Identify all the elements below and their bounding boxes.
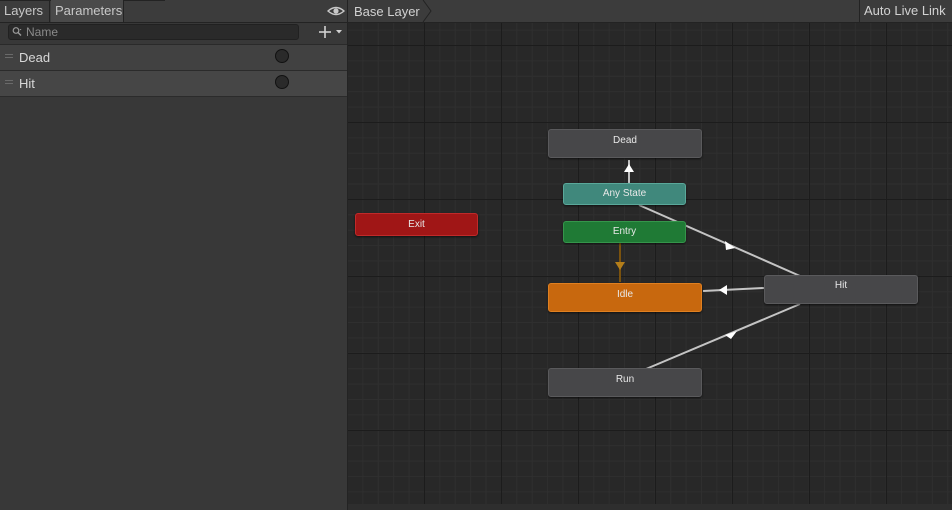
state-node-hit[interactable]: Hit xyxy=(764,275,918,304)
arrow-up-icon xyxy=(624,164,634,172)
state-node-exit[interactable]: Exit xyxy=(355,213,478,236)
drag-handle-icon[interactable] xyxy=(5,54,13,59)
transition-hit-idle[interactable] xyxy=(702,287,765,292)
state-label: Exit xyxy=(408,219,425,230)
state-label: Idle xyxy=(616,289,634,300)
breadcrumb[interactable]: Base Layer xyxy=(348,0,432,22)
horizontal-scrollbar[interactable] xyxy=(348,504,952,510)
state-node-idle[interactable]: Idle xyxy=(548,283,702,312)
state-node-dead[interactable]: Dead xyxy=(548,129,702,158)
parameter-row-dead[interactable]: Dead xyxy=(0,45,347,71)
breadcrumb-label[interactable]: Base Layer xyxy=(354,4,420,19)
arrow-icon xyxy=(725,241,735,250)
parameter-name[interactable]: Hit xyxy=(19,76,35,91)
parameter-name[interactable]: Dead xyxy=(19,50,50,65)
state-node-entry[interactable]: Entry xyxy=(563,221,686,243)
arrow-down-icon xyxy=(615,262,625,270)
state-label: Run xyxy=(615,374,635,385)
parameter-row-hit[interactable]: Hit xyxy=(0,71,347,97)
graph-toolbar: Base Layer Auto Live Link xyxy=(348,0,952,23)
transition-layer xyxy=(615,160,801,370)
state-label: Hit xyxy=(834,280,848,291)
state-label: Any State xyxy=(602,188,647,199)
parameters-panel: Layers Parameters Dead Hit xyxy=(0,0,348,510)
tab-layers[interactable]: Layers xyxy=(0,0,50,22)
chevron-down-icon xyxy=(336,30,342,34)
auto-live-link-button[interactable]: Auto Live Link xyxy=(859,0,952,22)
search-icon xyxy=(12,27,22,36)
state-node-run[interactable]: Run xyxy=(548,368,702,397)
transition-run-hit[interactable] xyxy=(645,303,801,370)
trigger-toggle[interactable] xyxy=(275,75,289,89)
tab-parameters[interactable]: Parameters xyxy=(51,0,124,22)
state-node-any-state[interactable]: Any State xyxy=(563,183,686,205)
eye-icon[interactable] xyxy=(327,4,345,18)
panel-tab-bar: Layers Parameters xyxy=(0,0,347,23)
drag-handle-icon[interactable] xyxy=(5,80,13,85)
parameter-search-input[interactable] xyxy=(26,25,296,39)
add-parameter-button[interactable] xyxy=(317,24,345,40)
state-label: Entry xyxy=(612,226,637,237)
trigger-toggle[interactable] xyxy=(275,49,289,63)
arrow-left-icon xyxy=(719,285,727,295)
parameter-search-field[interactable] xyxy=(8,24,299,40)
state-label: Dead xyxy=(613,135,637,146)
